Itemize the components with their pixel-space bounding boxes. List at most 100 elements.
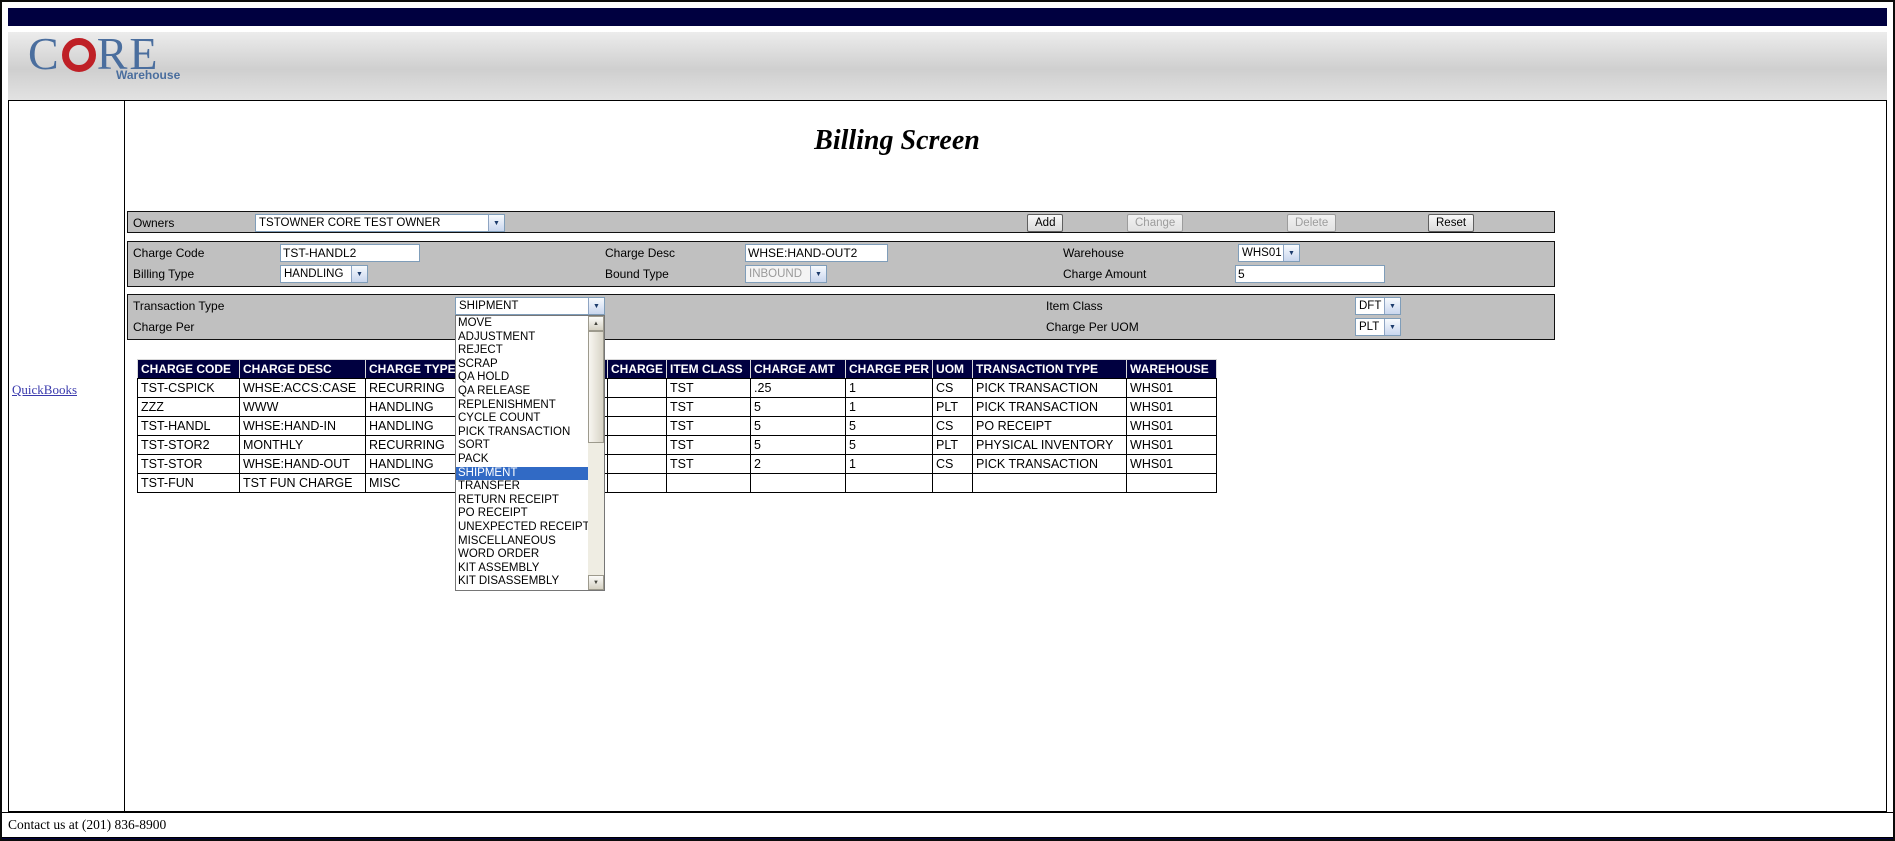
warehouse-select-value: WHS01: [1242, 247, 1282, 259]
table-cell: WHS01: [1126, 397, 1218, 417]
dropdown-option[interactable]: QA HOLD: [456, 371, 588, 385]
dropdown-option[interactable]: UNEXPECTED RECEIPT: [456, 521, 588, 535]
table-cell: [606, 397, 668, 417]
table-row[interactable]: TST-FUN TST FUN CHARGE MISC: [137, 473, 1218, 493]
owners-label: Owners: [133, 216, 175, 230]
table-cell: MONTHLY: [239, 435, 366, 455]
table-cell: HANDLING: [365, 454, 468, 474]
chevron-down-icon: ▼: [1384, 298, 1400, 314]
transaction-type-select[interactable]: SHIPMENT ▼: [455, 297, 605, 315]
charge-per-uom-select[interactable]: PLT ▼: [1355, 318, 1401, 336]
table-cell: PICK TRANSACTION: [972, 454, 1128, 474]
table-cell: 5: [750, 416, 847, 436]
charge-desc-label: Charge Desc: [605, 246, 676, 260]
form-row: Transaction Type SHIPMENT ▼ Item Class D…: [128, 296, 1554, 317]
logo-text-c: C: [28, 28, 61, 79]
table-cell: [1126, 473, 1218, 493]
table-cell: WHS01: [1126, 435, 1218, 455]
column-header: UOM: [932, 359, 974, 379]
table-cell: WHS01: [1126, 416, 1218, 436]
table-row[interactable]: ZZZ WWW HANDLING TST 5 1 PLT PICK TRANSACTION WH…: [137, 397, 1218, 417]
add-button[interactable]: Add: [1027, 214, 1064, 232]
form-row: Charge Per Charge Per UOM PLT ▼: [128, 317, 1554, 338]
table-cell: PICK TRANSACTION: [972, 397, 1128, 417]
dropdown-option[interactable]: WORD ORDER: [456, 548, 588, 562]
scroll-up-icon[interactable]: ▲: [588, 316, 604, 331]
table-cell: 1: [845, 378, 934, 398]
table-cell: MISC: [365, 473, 468, 493]
chevron-down-icon: ▼: [1283, 245, 1299, 261]
charge-form-section: Charge Code Charge Desc Warehouse WHS01 …: [127, 241, 1555, 287]
dropdown-option[interactable]: MOVE: [456, 317, 588, 331]
table-cell: [932, 473, 974, 493]
dropdown-option[interactable]: KIT DISASSEMBLY: [456, 575, 588, 589]
charge-code-input[interactable]: [280, 244, 420, 262]
table-cell: RECURRING: [365, 435, 468, 455]
table-cell: 5: [845, 416, 934, 436]
header: C RE Warehouse: [8, 28, 1887, 100]
charge-amount-input[interactable]: [1235, 265, 1385, 283]
quickbooks-link[interactable]: QuickBooks: [12, 382, 77, 397]
table-cell: TST: [666, 416, 752, 436]
bound-type-label: Bound Type: [605, 267, 669, 281]
dropdown-option[interactable]: QA RELEASE: [456, 385, 588, 399]
dropdown-option[interactable]: CYCLE COUNT: [456, 412, 588, 426]
table-cell: .25: [750, 378, 847, 398]
billing-type-label: Billing Type: [133, 267, 195, 281]
table-row[interactable]: TST-HANDL WHSE:HAND-IN HANDLING TST 5 5 CS PO R…: [137, 416, 1218, 436]
item-class-select[interactable]: DFT ▼: [1355, 297, 1401, 315]
column-header: TRANSACTION TYPE: [972, 359, 1128, 379]
table-cell: WWW: [239, 397, 366, 417]
table-cell: [606, 378, 668, 398]
form-row: Charge Code Charge Desc Warehouse WHS01 …: [128, 243, 1554, 264]
table-cell: PO RECEIPT: [972, 416, 1128, 436]
table-cell: WHSE:ACCS:CASE: [239, 378, 366, 398]
table-cell: PLT: [932, 397, 974, 417]
scrollbar-thumb[interactable]: [588, 331, 604, 443]
warehouse-select[interactable]: WHS01 ▼: [1238, 244, 1300, 262]
table-row[interactable]: TST-STOR WHSE:HAND-OUT HANDLING TST 2 1 CS PICK…: [137, 454, 1218, 474]
scroll-down-icon[interactable]: ▼: [588, 575, 604, 590]
main-area: QuickBooks Billing Screen Owners TSTOWNE…: [8, 100, 1887, 812]
dropdown-option[interactable]: REJECT: [456, 344, 588, 358]
dropdown-option[interactable]: ADJUSTMENT: [456, 331, 588, 345]
bound-type-select: INBOUND ▼: [745, 265, 827, 283]
dropdown-option[interactable]: PICK TRANSACTION: [456, 426, 588, 440]
charge-per-uom-label: Charge Per UOM: [1046, 320, 1139, 334]
transaction-type-listbox: ▲ ▼ MOVE ADJUSTMENT REJECT SCRAP QA HOLD QA R…: [455, 315, 605, 591]
owner-select[interactable]: TSTOWNER CORE TEST OWNER ▼: [255, 214, 505, 232]
table-row[interactable]: TST-CSPICK WHSE:ACCS:CASE RECURRING TST .25 1…: [137, 378, 1218, 398]
page: C RE Warehouse QuickBooks Billing Screen…: [0, 0, 1895, 841]
table-cell: CS: [932, 454, 974, 474]
column-header: ITEM CLASS: [666, 359, 752, 379]
billing-type-select[interactable]: HANDLING ▼: [280, 265, 368, 283]
chevron-down-icon: ▼: [810, 266, 826, 282]
footer: Contact us at (201) 836-8900: [2, 812, 1893, 837]
dropdown-option[interactable]: RETURN RECEIPT: [456, 494, 588, 508]
table-cell: [972, 473, 1128, 493]
charge-desc-input[interactable]: [745, 244, 888, 262]
title-wrap: Billing Screen: [127, 125, 1667, 157]
table-row[interactable]: TST-STOR2 MONTHLY RECURRING TST 5 5 PLT PHYSICA…: [137, 435, 1218, 455]
dropdown-option[interactable]: PACK: [456, 453, 588, 467]
table-cell: [606, 473, 668, 493]
column-header: CHARGE DESC: [239, 359, 366, 379]
dropdown-option[interactable]: SHIPMENT: [456, 466, 588, 481]
dropdown-option[interactable]: MISCELLANEOUS: [456, 535, 588, 549]
dropdown-option[interactable]: KIT ASSEMBLY: [456, 562, 588, 576]
table-cell: 5: [750, 435, 847, 455]
chevron-down-icon: ▼: [588, 298, 604, 314]
table-cell: TST: [666, 435, 752, 455]
dropdown-option[interactable]: SCRAP: [456, 358, 588, 372]
column-header: CHARGE TYPE: [365, 359, 468, 379]
dropdown-option[interactable]: TRANSFER: [456, 480, 588, 494]
reset-button[interactable]: Reset: [1428, 214, 1475, 232]
transaction-form-section: Transaction Type SHIPMENT ▼ Item Class D…: [127, 294, 1555, 591]
transaction-type-label: Transaction Type: [133, 299, 225, 313]
listbox-scrollbar[interactable]: ▲ ▼: [588, 316, 604, 590]
dropdown-option[interactable]: PO RECEIPT: [456, 507, 588, 521]
dropdown-option[interactable]: SORT: [456, 439, 588, 453]
dropdown-option[interactable]: REPLENISHMENT: [456, 399, 588, 413]
table-cell: CS: [932, 378, 974, 398]
table-cell: WHSE:HAND-IN: [239, 416, 366, 436]
